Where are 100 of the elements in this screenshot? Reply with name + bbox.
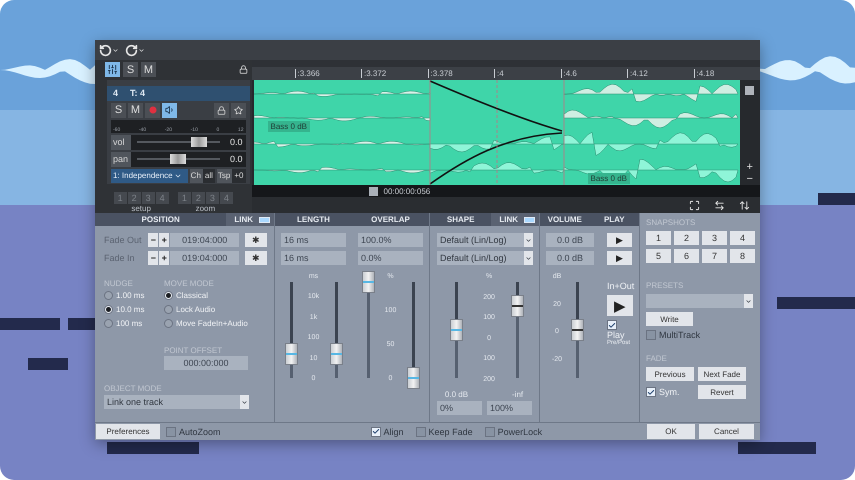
offset-field[interactable]: 000:00:000 [164,356,248,370]
ok-button[interactable]: OK [647,424,695,439]
vertical-arrows-icon[interactable] [739,200,750,210]
play-button[interactable]: ▶ [607,295,633,316]
write-button[interactable]: Write [646,312,693,326]
undo-icon[interactable] [99,44,119,56]
minus-button[interactable]: − [148,251,158,265]
play-button[interactable]: ▶ [607,233,632,247]
section-title: PLAY [602,215,626,224]
snap-button[interactable]: ✱ [245,233,267,247]
checkbox[interactable]: MultiTrack [646,330,754,340]
toggle-button[interactable]: M [141,62,156,78]
record-dot-icon [148,106,156,114]
fit-view-icon[interactable] [689,200,700,210]
mixer-button[interactable] [105,62,120,78]
snapshot-button[interactable]: 7 [702,249,727,263]
position-field[interactable]: 019:04:000 [170,233,240,247]
checkbox[interactable]: AutoZoom [166,426,221,436]
fader-handle[interactable] [190,137,207,148]
speaker-button[interactable] [162,102,177,118]
ruler-label: :3.378 [428,69,494,78]
fader-reading: 0.0 [228,154,244,164]
lock-button[interactable] [214,102,228,118]
ruler-label: :3.372 [361,69,428,78]
caret-icon [525,254,532,262]
caret-icon [745,298,752,304]
check-icon [647,388,655,396]
position-field[interactable]: 019:04:000 [170,251,240,265]
plus-button[interactable]: + [159,251,170,265]
scrollbar-thumb[interactable] [745,86,754,95]
fader-label: pan [111,152,131,167]
revert-button[interactable]: Revert [698,385,746,399]
zoom-button[interactable]: − [746,173,753,185]
value-field[interactable]: 0.0 dB [546,233,594,247]
shape-dropdown[interactable]: Default (Lin/Log) [437,251,533,265]
ruler-label: :4.18 [694,69,760,78]
shape-dropdown[interactable]: Default (Lin/Log) [437,233,533,247]
lock-icon[interactable] [238,65,248,74]
transpose-button[interactable]: Tsp +0 [216,168,246,183]
mute-button[interactable]: M [128,102,143,118]
play-label: In+Out [607,281,634,291]
fader-handle[interactable] [170,154,186,164]
fader-label: vol [111,134,131,150]
snapshot-button[interactable]: 8 [730,249,755,263]
ruler-label: :4 [494,69,560,78]
value-field[interactable]: 16 ms [281,251,346,265]
value-field[interactable]: 100% [487,401,532,415]
track-header: 4 T: 4 [107,86,250,101]
fader-caption: -inf [512,390,524,399]
snapshot-button[interactable]: 2 [674,231,699,245]
preferences-button[interactable]: Preferences [96,424,160,439]
zoom-button[interactable]: + [746,161,753,173]
snap-button[interactable]: ✱ [245,251,267,265]
value-field[interactable]: 0% [437,401,482,415]
horizontal-arrows-icon[interactable] [714,200,725,210]
input-dropdown[interactable]: 1: Independence [111,168,188,183]
ruler-label: :4.12 [627,69,694,78]
clip-label: Bass 0 dB [268,121,310,132]
timecode: 00:00:00:056 [384,186,430,196]
fader-reading: 0.0 [228,137,244,148]
plus-button[interactable]: + [159,233,170,247]
snapshot-button[interactable]: 5 [646,249,671,263]
checkbox[interactable]: Keep Fade [416,426,473,436]
fader-caption: 0.0 dB [444,390,468,399]
play-button[interactable]: ▶ [607,251,632,265]
section-title: POSITION [140,215,181,224]
link-toggle[interactable]: LINK [491,213,539,226]
section-title: SHAPE [446,215,476,224]
ruler-label: :3.366 [294,69,361,78]
solo-button[interactable]: S [111,102,126,118]
star-icon [234,106,242,115]
redo-icon[interactable] [125,44,145,56]
scrollbar-thumb[interactable] [368,186,378,196]
lock-icon [216,106,226,115]
section-title: OVERLAP [370,215,411,224]
next-fade-button[interactable]: Next Fade [698,367,746,381]
group-label: setup [131,204,151,213]
minus-button[interactable]: − [148,233,158,247]
group-label: zoom [196,204,216,213]
value-field[interactable]: 0.0 dB [546,251,594,265]
object-mode-dropdown[interactable]: Link one track [104,395,249,409]
value-field[interactable]: 100.0% [358,233,423,247]
previous-button[interactable]: Previous [646,367,694,381]
snapshot-button[interactable]: 6 [674,249,699,263]
snapshot-button[interactable]: 1 [646,231,671,245]
caret-icon [112,46,119,54]
star-button[interactable] [230,102,246,118]
channel-button[interactable]: Ch all [190,168,215,183]
checkbox[interactable]: Align [370,426,404,436]
value-field[interactable]: 16 ms [281,233,346,247]
value-field[interactable]: 0.0% [358,251,423,265]
toggle-button[interactable]: S [123,62,138,78]
snapshot-button[interactable]: 4 [730,231,755,245]
snapshot-button[interactable]: 3 [702,231,727,245]
link-toggle[interactable]: LINK [226,213,274,226]
clip-label: Bass 0 dB [588,173,630,184]
cancel-button[interactable]: Cancel [699,424,754,439]
field-label: Fade In [104,253,136,263]
checkbox[interactable]: PowerLock [484,426,542,436]
check-icon [608,320,616,330]
